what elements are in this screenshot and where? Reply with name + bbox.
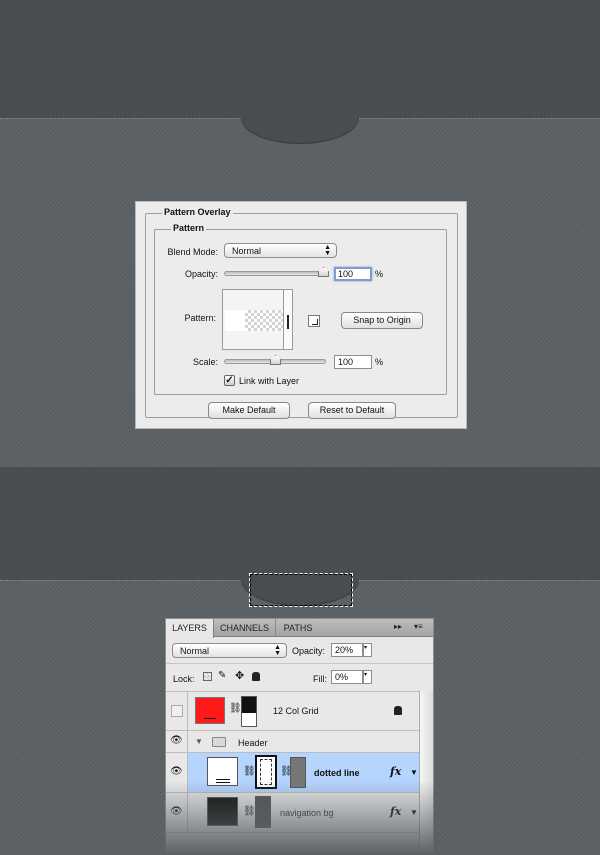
expand-effects-icon[interactable]: ▼ (410, 768, 418, 777)
layer-lock-icon (394, 706, 402, 715)
lock-image-pixels-icon[interactable]: ✎ (218, 670, 226, 681)
lock-position-icon[interactable]: ✥ (235, 669, 244, 682)
pattern-picker-dropdown[interactable] (283, 290, 292, 349)
layers-scrollbar[interactable] (419, 691, 433, 854)
select-arrows-icon: ▲ ▼ (274, 644, 281, 657)
link-with-layer-label: Link with Layer (239, 376, 300, 386)
visibility-toggle[interactable]: 👁 (166, 793, 188, 832)
visibility-toggle[interactable]: 👁 (166, 753, 188, 792)
new-preset-icon[interactable] (308, 315, 320, 327)
pattern-overlay-dialog: Pattern Overlay Pattern Blend Mode: Norm… (135, 201, 467, 429)
chain-link-icon: ⛓ (243, 766, 256, 777)
layer-row-dotted-line[interactable]: 👁 ⛓ ⛓ dotted line fx ▼ (166, 753, 419, 793)
blend-mode-select[interactable]: Normal ▲ ▼ (224, 243, 337, 258)
eye-icon: 👁 (170, 735, 183, 746)
visibility-off-box (171, 705, 183, 717)
layers-panel: LAYERS CHANNELS PATHS ▸▸ ▾≡ Normal ▲ ▼ Op… (165, 618, 434, 855)
panel-menu-icon[interactable]: ▾≡ (414, 622, 423, 631)
scale-label: Scale: (192, 357, 218, 367)
layer-name: navigation bg (280, 808, 334, 818)
tab-layers[interactable]: LAYERS (166, 619, 214, 638)
fill-input[interactable]: 0% (331, 670, 363, 684)
header-band-top (0, 0, 600, 118)
fx-icon[interactable]: fx (390, 765, 401, 778)
layer-blend-mode-value: Normal (180, 646, 210, 656)
pattern-label: Pattern: (184, 313, 216, 323)
chain-link-icon: ⛓ (229, 703, 242, 714)
eye-icon: 👁 (170, 806, 183, 817)
pattern-picker[interactable] (222, 289, 293, 350)
scale-percent: % (375, 357, 384, 367)
visibility-toggle[interactable]: 👁 (166, 731, 188, 752)
pattern-overlay-title: Pattern Overlay (162, 207, 233, 217)
lock-label: Lock: (173, 674, 195, 684)
fx-icon[interactable]: fx (390, 805, 401, 818)
blend-mode-value: Normal (232, 246, 262, 256)
layer-blend-mode-select[interactable]: Normal ▲ ▼ (172, 643, 287, 658)
layer-name: Header (238, 738, 268, 748)
pattern-swatch (225, 310, 283, 331)
panel-tab-bar: LAYERS CHANNELS PATHS ▸▸ ▾≡ (166, 619, 433, 638)
vector-mask-thumbnail (255, 755, 277, 789)
layer-thumbnail (195, 697, 225, 724)
layer-row-navigation-bg[interactable]: 👁 ⛓ navigation bg fx ▼ (166, 793, 419, 833)
layer-mask-thumbnail (255, 796, 271, 828)
layer-name: 12 Col Grid (273, 706, 319, 716)
tab-channels[interactable]: CHANNELS (214, 619, 276, 637)
make-default-button[interactable]: Make Default (208, 402, 290, 419)
chain-link-icon: ⛓ (243, 806, 256, 817)
folder-icon (212, 737, 226, 747)
link-with-layer-checkbox[interactable]: ✓ (224, 375, 235, 386)
layer-row-12-col-grid[interactable]: ⛓ 12 Col Grid (166, 691, 419, 731)
scale-input[interactable]: 100 (334, 355, 372, 369)
header-band-bottom (0, 467, 600, 580)
lock-transparent-pixels-icon[interactable] (203, 672, 212, 681)
selection-marquee[interactable] (249, 573, 353, 607)
collapse-panel-icon[interactable]: ▸▸ (394, 622, 402, 631)
layer-thumbnail (207, 757, 238, 786)
blend-mode-label: Blend Mode: (167, 247, 218, 257)
eye-icon: 👁 (170, 766, 183, 777)
layer-name: dotted line (314, 768, 360, 778)
layer-mask-thumbnail (241, 696, 257, 727)
opacity-percent: % (375, 269, 384, 279)
layer-row-header-group[interactable]: 👁 ▼ Header (166, 731, 419, 753)
layer-thumbnail (207, 797, 238, 826)
group-expand-arrow-icon[interactable]: ▼ (195, 737, 203, 746)
select-arrows-icon: ▲ ▼ (324, 244, 331, 257)
reset-to-default-button[interactable]: Reset to Default (308, 402, 396, 419)
snap-to-origin-button[interactable]: Snap to Origin (341, 312, 423, 329)
layer-opacity-stepper[interactable]: ▾ (363, 643, 372, 657)
expand-effects-icon[interactable]: ▼ (410, 808, 418, 817)
layer-mask-thumbnail (290, 757, 306, 788)
visibility-toggle[interactable] (166, 692, 188, 730)
fill-stepper[interactable]: ▾ (363, 670, 372, 684)
opacity-slider[interactable] (224, 271, 329, 276)
layer-opacity-label: Opacity: (292, 646, 326, 656)
tab-paths[interactable]: PATHS (276, 619, 320, 637)
fill-label: Fill: (313, 674, 327, 684)
opacity-label: Opacity: (184, 269, 218, 279)
opacity-input[interactable]: 100 (334, 267, 372, 281)
lock-all-icon[interactable] (252, 672, 260, 681)
pattern-group-title: Pattern (171, 223, 207, 233)
layer-opacity-input[interactable]: 20% (331, 643, 363, 657)
